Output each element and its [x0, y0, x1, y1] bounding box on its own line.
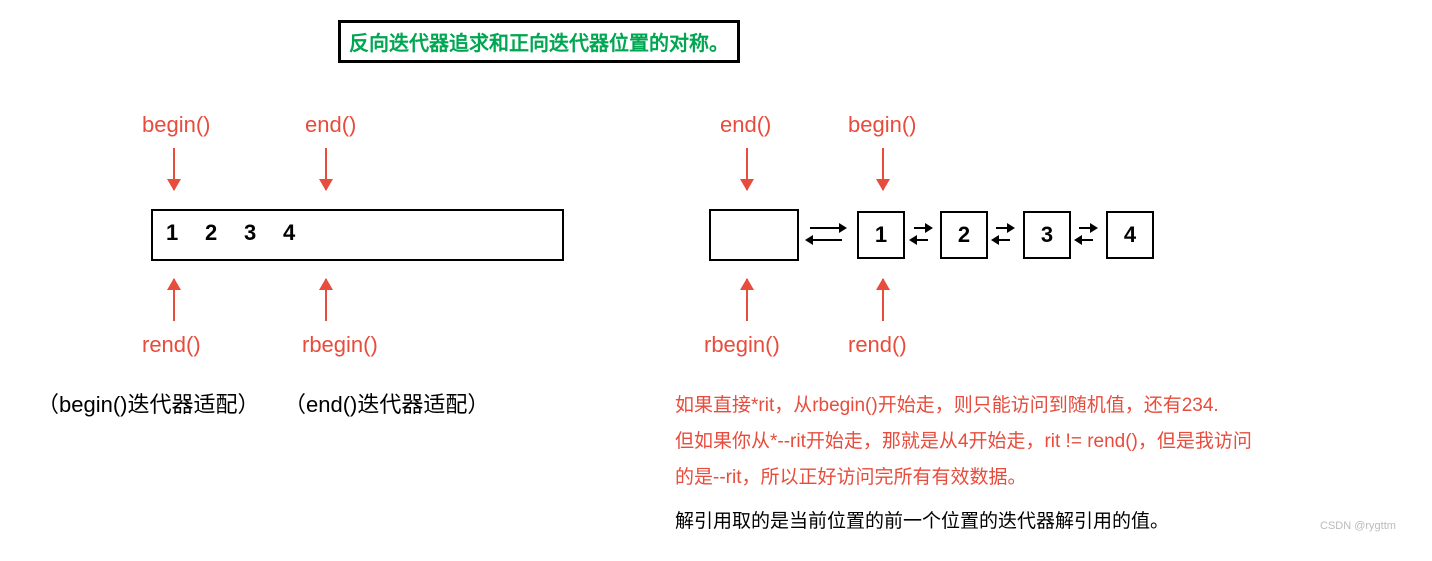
right-rbegin-label: rbegin(): [704, 332, 780, 358]
right-rbegin-arrow: [746, 279, 748, 321]
right-rend-label: rend(): [848, 332, 907, 358]
right-begin-label: begin(): [848, 112, 916, 138]
right-rend-arrow: [882, 279, 884, 321]
title-box: 反向迭代器追求和正向迭代器位置的对称。: [338, 20, 740, 63]
list-link-2: [992, 222, 1014, 246]
right-begin-arrow: [882, 148, 884, 190]
vector-item-0: 1: [166, 220, 178, 246]
list-node-3: 4: [1106, 211, 1154, 259]
list-link-3: [1075, 222, 1097, 246]
left-end-adapt: （end()迭代器适配）: [284, 387, 489, 419]
left-rbegin-label: rbegin(): [302, 332, 378, 358]
right-end-arrow: [746, 148, 748, 190]
explain-line-4: 解引用取的是当前位置的前一个位置的迭代器解引用的值。: [675, 504, 1169, 540]
left-begin-label: begin(): [142, 112, 210, 138]
explain-line-1: 如果直接*rit，从rbegin()开始走，则只能访问到随机值，还有234.: [675, 388, 1219, 424]
list-node-2: 3: [1023, 211, 1071, 259]
left-end-label: end(): [305, 112, 356, 138]
left-begin-arrow: [173, 148, 175, 190]
left-rend-label: rend(): [142, 332, 201, 358]
left-end-arrow: [325, 148, 327, 190]
left-rbegin-arrow: [325, 279, 327, 321]
title-text: 反向迭代器追求和正向迭代器位置的对称。: [349, 33, 729, 55]
vector-item-1: 2: [205, 220, 217, 246]
list-node-0: 1: [857, 211, 905, 259]
vector-item-3: 4: [283, 220, 295, 246]
list-link-1: [910, 222, 932, 246]
left-rend-arrow: [173, 279, 175, 321]
left-begin-adapt: （begin()迭代器适配）: [37, 387, 259, 419]
vector-item-2: 3: [244, 220, 256, 246]
right-end-label: end(): [720, 112, 771, 138]
list-head-node: [709, 209, 799, 261]
explain-line-3: 的是--rit，所以正好访问完所有有效数据。: [675, 460, 1026, 496]
explain-line-2: 但如果你从*--rit开始走，那就是从4开始走，rit != rend()，但是…: [675, 424, 1252, 460]
list-node-1: 2: [940, 211, 988, 259]
list-link-0: [806, 222, 846, 246]
watermark: CSDN @rygttm: [1320, 520, 1396, 532]
